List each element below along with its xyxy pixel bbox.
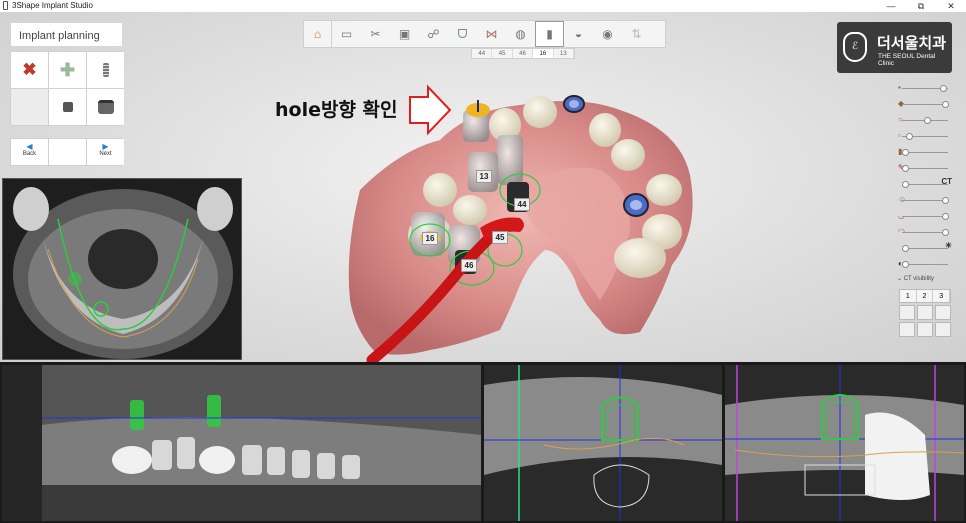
- next-arrow-icon: ▶: [102, 142, 109, 151]
- implant-label-44[interactable]: 44: [514, 198, 530, 211]
- ct-tab-1[interactable]: 1: [900, 290, 917, 302]
- empty-tool-slot: [11, 89, 48, 125]
- view-front-icon[interactable]: [899, 305, 915, 320]
- panel-title: Implant planning: [10, 22, 123, 47]
- home-icon[interactable]: ⌂: [304, 21, 332, 47]
- annotation-text: hole방향 확인: [275, 99, 398, 121]
- sleeve-icon[interactable]: [87, 89, 124, 125]
- ct-visibility-toggle[interactable]: ⌄ CT visibility: [897, 275, 934, 282]
- sleeve-step-icon[interactable]: ◒: [564, 21, 593, 47]
- ct-panoramic-image: [2, 365, 481, 521]
- implant-label-46[interactable]: 46: [461, 259, 477, 272]
- ct-layout-tabs: 1 2 3: [899, 289, 951, 303]
- view-back-icon[interactable]: [935, 322, 951, 337]
- ct-axial-view[interactable]: [2, 178, 242, 360]
- ct-tab-2[interactable]: 2: [917, 290, 934, 302]
- slider-row[interactable]: ✎: [880, 160, 952, 176]
- ct-icon[interactable]: ▣: [390, 21, 419, 47]
- implant-step-icon[interactable]: ▮: [535, 21, 564, 47]
- next-button[interactable]: ▶ Next: [87, 139, 124, 165]
- ct-label: CT: [941, 177, 952, 186]
- ct-cross-section-image-2: [725, 365, 964, 521]
- tooth-icon[interactable]: ◍: [506, 21, 535, 47]
- tooth-tab-13[interactable]: 13: [554, 49, 575, 58]
- slider-row[interactable]: ☺: [880, 192, 952, 208]
- visibility-sliders: ▪ ◆ ○ ▫ ▮ ✎ CT ☺ ◡ ◠ ☀ ◐: [880, 80, 952, 272]
- brightness-icon: ☀: [944, 241, 952, 250]
- back-arrow-icon: ◀: [26, 142, 33, 151]
- implant-icon[interactable]: [87, 52, 124, 88]
- view-right-icon[interactable]: [935, 305, 951, 320]
- close-button[interactable]: ✕: [936, 0, 966, 12]
- logo-english: THE SEOUL Dental Clinic: [878, 53, 936, 67]
- abutment-icon[interactable]: [49, 89, 86, 125]
- delete-icon[interactable]: ✖: [11, 52, 48, 88]
- view-top-icon[interactable]: [899, 322, 915, 337]
- nav-spacer: [49, 139, 86, 165]
- minimize-button[interactable]: —: [876, 0, 906, 12]
- tool-grid: ✖ ✚: [10, 51, 124, 126]
- ct-cross-section-image-1: [484, 365, 722, 521]
- tooth-tab-46[interactable]: 46: [513, 49, 534, 58]
- view-left-icon[interactable]: [917, 305, 933, 320]
- app-icon: [3, 1, 8, 10]
- title-bar: 3Shape Implant Studio — ⧉ ✕: [0, 0, 966, 12]
- back-label: Back: [22, 151, 37, 157]
- slider-row[interactable]: ▮: [880, 144, 952, 160]
- view-bottom-icon[interactable]: [917, 322, 933, 337]
- logo-korean: 더서울치과: [877, 35, 947, 52]
- slider-row[interactable]: ○: [880, 112, 952, 128]
- crown-icon[interactable]: ᗜ: [448, 21, 477, 47]
- slider-row[interactable]: ▪: [880, 80, 952, 96]
- chevron-down-icon: ⌄: [897, 276, 903, 282]
- add-icon[interactable]: ✚: [49, 52, 86, 88]
- ct-axial-image: [3, 179, 241, 359]
- scan-icon[interactable]: ▭: [332, 21, 361, 47]
- tooth-tabs: 44 45 46 16 13: [471, 48, 575, 59]
- annotation-arrow: [409, 84, 452, 136]
- clinic-logo: ℰ 더서울치과 THE SEOUL Dental Clinic: [837, 22, 952, 73]
- implant-planning-panel: Implant planning ✖ ✚ ◀ Back ▶ Next: [10, 22, 124, 166]
- tooth-logo-icon: ℰ: [843, 32, 867, 62]
- tooth-tab-45[interactable]: 45: [492, 49, 513, 58]
- scan-align-icon[interactable]: ⋈: [477, 21, 506, 47]
- implant-label-16[interactable]: 16: [422, 232, 438, 245]
- tooth-tab-44[interactable]: 44: [472, 49, 493, 58]
- ct-visibility-label: CT visibility: [903, 276, 934, 282]
- slider-row[interactable]: ◡: [880, 208, 952, 224]
- window-title: 3Shape Implant Studio: [12, 1, 93, 10]
- slider-row[interactable]: ◠: [880, 224, 952, 240]
- restore-button[interactable]: ⧉: [906, 0, 936, 12]
- slider-row[interactable]: ▫: [880, 128, 952, 144]
- guide-icon[interactable]: ◉: [593, 21, 622, 47]
- nav-row: ◀ Back ▶ Next: [10, 138, 124, 166]
- export-icon[interactable]: ⇅: [622, 21, 651, 47]
- slider-row[interactable]: CT: [880, 176, 952, 192]
- view-preset-grid: [899, 305, 951, 337]
- slider-row[interactable]: ◆: [880, 96, 952, 112]
- tools-icon[interactable]: ✂: [361, 21, 390, 47]
- nerve-icon[interactable]: ☍: [419, 21, 448, 47]
- back-button[interactable]: ◀ Back: [11, 139, 48, 165]
- implant-label-45[interactable]: 45: [492, 231, 508, 244]
- ct-tab-3[interactable]: 3: [933, 290, 951, 302]
- tooth-tab-16[interactable]: 16: [533, 49, 554, 58]
- slider-row[interactable]: ◐: [880, 256, 952, 272]
- implant-label-13[interactable]: 13: [476, 170, 492, 183]
- ct-panoramic-view[interactable]: [2, 365, 481, 521]
- ct-cross-section-view-2[interactable]: [725, 365, 964, 521]
- workflow-toolbar: ⌂ ▭ ✂ ▣ ☍ ᗜ ⋈ ◍ ▮ ◒ ◉ ⇅: [303, 20, 666, 48]
- next-label: Next: [99, 151, 112, 157]
- ct-cross-section-view-1[interactable]: [484, 365, 722, 521]
- slider-row[interactable]: ☀: [880, 240, 952, 256]
